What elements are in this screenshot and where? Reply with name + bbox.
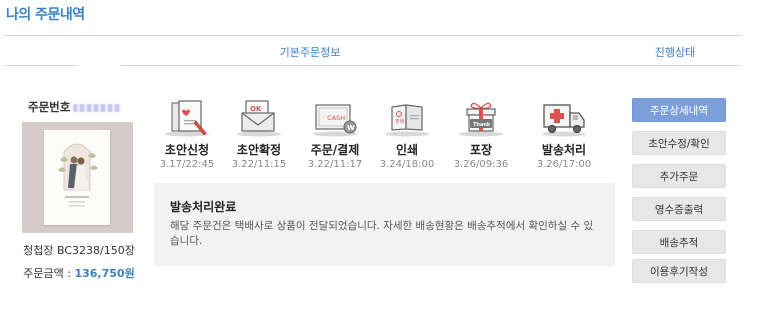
order-detail-button[interactable]: 주문상세내역 bbox=[632, 98, 726, 122]
product-name: 청첩장 BC3238/150장 bbox=[23, 244, 135, 257]
card-pen-icon bbox=[150, 99, 224, 137]
delivery-truck-icon bbox=[527, 99, 601, 137]
svg-text:OK: OK bbox=[250, 105, 262, 113]
step-time: 3.26/09:36 bbox=[453, 159, 509, 170]
status-notice: 발송처리완료 해당 주문건은 택배사로 상품이 전달되었습니다. 자세한 배송현… bbox=[154, 183, 615, 266]
step-time: 3.22/11:15 bbox=[231, 159, 287, 170]
step-label: 초안확정 bbox=[236, 143, 282, 157]
step-order-payment: · CASH W 주문/결제 3.22/11:17 bbox=[298, 99, 372, 170]
svg-text:· CASH: · CASH bbox=[323, 114, 345, 122]
svg-text:W: W bbox=[347, 124, 355, 132]
wedding-card-image bbox=[44, 130, 110, 225]
step-time: 3.22/11:17 bbox=[307, 159, 363, 170]
draft-edit-button[interactable]: 초안수정/확인 bbox=[632, 131, 726, 155]
order-amount-label: 주문금액 : bbox=[23, 267, 75, 280]
step-packing: Thank 포장 3.26/09:36 bbox=[444, 99, 518, 170]
tab-status[interactable]: 진행상태 bbox=[620, 44, 730, 60]
notice-description: 해당 주문건은 택배사로 상품이 전달되었습니다. 자세한 배송현황은 배송추적… bbox=[170, 220, 594, 247]
step-label: 발송처리 bbox=[541, 143, 587, 157]
svg-text:Thank: Thank bbox=[473, 122, 491, 128]
page-title: 나의 주문내역 bbox=[6, 7, 85, 23]
print-card-icon: 혼례 bbox=[370, 99, 444, 137]
step-label: 초안신청 bbox=[164, 143, 210, 157]
receipt-print-button[interactable]: 영수증출력 bbox=[632, 197, 726, 221]
tab-basic-info[interactable]: 기본주문정보 bbox=[200, 44, 420, 60]
step-label: 인쇄 bbox=[395, 143, 419, 157]
notice-title: 발송처리완료 bbox=[170, 200, 237, 214]
step-time: 3.24/18:00 bbox=[379, 159, 435, 170]
additional-order-button[interactable]: 추가주문 bbox=[632, 164, 726, 188]
delivery-tracking-button[interactable]: 배송추적 bbox=[632, 230, 726, 254]
step-label: 주문/결제 bbox=[310, 143, 360, 157]
step-draft-request: 초안신청 3.17/22:45 bbox=[150, 99, 224, 170]
svg-text:혼례: 혼례 bbox=[395, 118, 405, 125]
order-number: 주문번호 bbox=[28, 99, 122, 115]
header-divider-top bbox=[4, 35, 741, 36]
order-number-redacted bbox=[73, 103, 122, 112]
write-review-button[interactable]: 이용후기작성 bbox=[632, 259, 726, 283]
order-amount-value: 136,750원 bbox=[74, 267, 135, 280]
step-time: 3.17/22:45 bbox=[159, 159, 215, 170]
step-shipping: 발송처리 3.26/17:00 bbox=[527, 99, 601, 170]
cash-card-icon: · CASH W bbox=[298, 99, 372, 137]
gift-box-icon: Thank bbox=[444, 99, 518, 137]
product-thumbnail[interactable] bbox=[22, 122, 133, 233]
header-divider-right bbox=[121, 65, 741, 66]
step-label: 포장 bbox=[469, 143, 493, 157]
header-divider-left bbox=[4, 65, 78, 66]
step-time: 3.26/17:00 bbox=[536, 159, 592, 170]
order-amount: 주문금액 : 136,750원 bbox=[14, 265, 144, 281]
step-print: 혼례 인쇄 3.24/18:00 bbox=[370, 99, 444, 170]
step-draft-confirm: OK 초안확정 3.22/11:15 bbox=[222, 99, 296, 170]
ok-envelope-icon: OK bbox=[222, 99, 296, 137]
